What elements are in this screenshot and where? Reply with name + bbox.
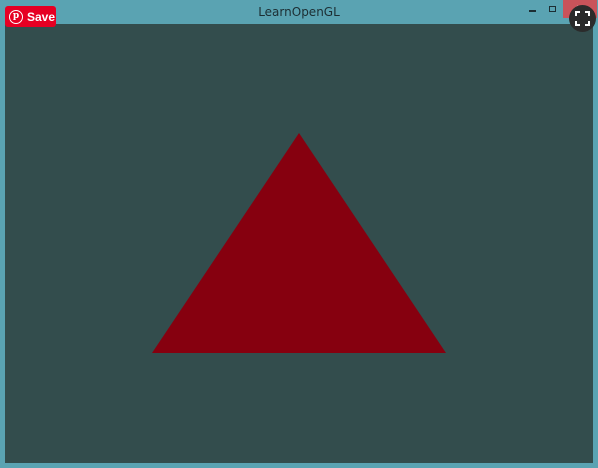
red-triangle (152, 133, 446, 353)
window-title: LearnOpenGL (258, 5, 340, 19)
pinterest-icon: p (9, 9, 23, 24)
opengl-viewport (5, 24, 593, 463)
app-window: LearnOpenGL p Save (0, 0, 598, 468)
title-bar[interactable]: LearnOpenGL (0, 0, 598, 24)
maximize-icon (548, 6, 556, 12)
minimize-icon (528, 10, 536, 12)
expand-button[interactable] (569, 5, 596, 32)
save-label: Save (27, 9, 56, 24)
minimize-button[interactable] (521, 0, 543, 18)
maximize-button[interactable] (541, 0, 563, 18)
pinterest-save-button[interactable]: p Save (5, 6, 56, 27)
render-canvas (152, 133, 446, 353)
expand-icon (575, 11, 590, 26)
